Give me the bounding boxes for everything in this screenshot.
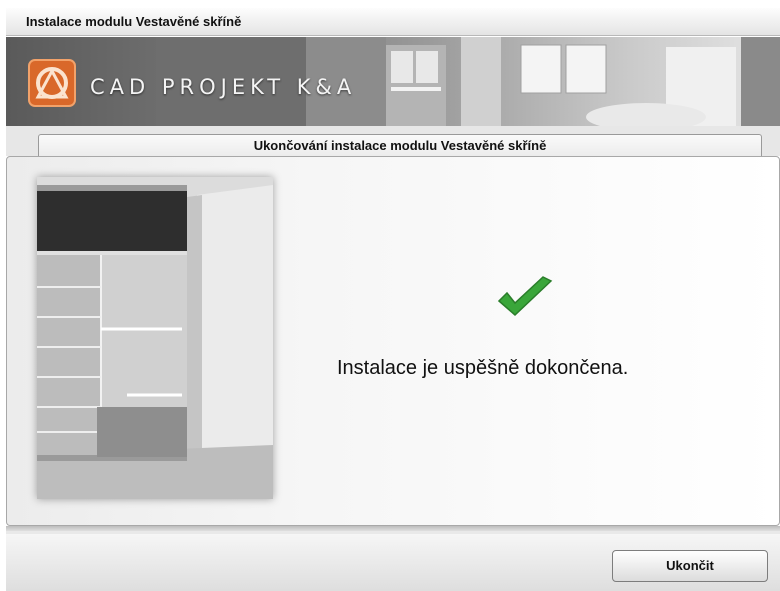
wardrobe-image	[37, 177, 273, 499]
main-panel: Instalace je uspěšně dokončena.	[6, 156, 780, 526]
window-title: Instalace modulu Vestavěné skříně	[26, 14, 242, 29]
logo-text: CAD PROJEKT K&A	[90, 75, 357, 99]
checkmark-icon	[497, 276, 553, 317]
window-title-bar: Instalace modulu Vestavěné skříně	[6, 8, 780, 36]
header-banner: CAD PROJEKT K&A	[6, 37, 780, 126]
footer-bar: Ukončit	[6, 526, 780, 591]
tab-finishing-installation: Ukončování instalace modulu Vestavěné sk…	[38, 134, 762, 156]
footer-divider	[6, 526, 780, 531]
tab-bar: Ukončování instalace modulu Vestavěné sk…	[6, 126, 780, 156]
cad-projekt-logo-icon	[28, 59, 76, 107]
completion-message: Instalace je uspěšně dokončena.	[337, 357, 629, 379]
finish-button[interactable]: Ukončit	[612, 550, 768, 582]
